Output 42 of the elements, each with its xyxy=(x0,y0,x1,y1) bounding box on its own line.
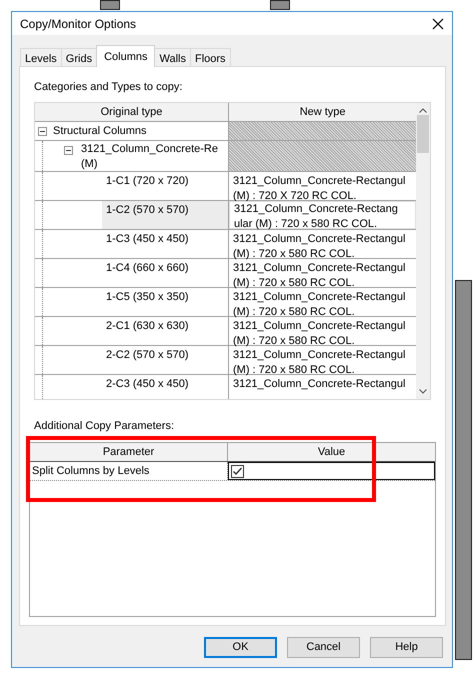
table-cell-text: 3121_Column_Concrete-Rectangul (M) : 720 x 580 RC COL. xyxy=(232,348,406,374)
close-icon[interactable] xyxy=(432,18,444,30)
table-cell-text: 3121_Column_Concrete-Rectangul (M) : 720 x 580 RC COL. xyxy=(232,260,406,286)
table-cell-text: 3121_Column_Concrete-Rectangul (M) : 720 x 580 RC COL. xyxy=(232,232,406,258)
column-drawing xyxy=(100,0,120,10)
scroll-down-icon[interactable] xyxy=(419,388,428,394)
scrollbar[interactable] xyxy=(416,102,430,398)
tree-item[interactable]: 1-C1 (720 x 720) xyxy=(102,172,228,200)
column-header: Parameter xyxy=(30,443,228,461)
tree-item[interactable]: 1-C3 (450 x 450) xyxy=(102,230,228,258)
tree-item[interactable]: 1-C4 (660 x 660) xyxy=(102,258,228,286)
collapse-icon[interactable] xyxy=(38,126,47,136)
tab[interactable]: Columns xyxy=(96,45,156,67)
section-label: Categories and Types to copy: xyxy=(34,80,184,95)
table-cell-text: 3121_Column_Concrete-Rectangul xyxy=(232,376,406,392)
section-label: Additional Copy Parameters: xyxy=(34,418,176,434)
tree-item[interactable]: 2-C1 (630 x 630) xyxy=(102,316,228,344)
checkbox[interactable] xyxy=(231,465,244,478)
dialog-button[interactable]: Cancel xyxy=(287,637,360,658)
table-cell: Split Columns by Levels xyxy=(30,462,228,480)
column-drawing xyxy=(270,0,290,10)
tree-item[interactable]: 2-C2 (570 x 570) xyxy=(102,346,228,374)
table-cell[interactable]: 3121_Column_Concrete-Rectang ular (M) : 720 x 580 RC COL. xyxy=(229,200,416,228)
column-header: Value xyxy=(316,445,346,460)
table-cell-text: 3121_Column_Concrete-Rectangul (M) : 720 X 720 RC COL. xyxy=(232,174,406,200)
tree-item[interactable]: 3121_Column_Concrete-Re (M) xyxy=(73,140,218,172)
tree-item[interactable]: Structural Columns xyxy=(47,122,147,140)
tab[interactable]: Levels xyxy=(20,48,62,67)
collapse-icon[interactable] xyxy=(64,146,73,154)
column-header: New type xyxy=(298,104,347,120)
column-header: Original type xyxy=(35,102,229,120)
tree-item[interactable]: 2-C3 (450 x 450) xyxy=(102,374,228,398)
scrollbar-thumb[interactable] xyxy=(417,114,430,152)
table-cell-text: 3121_Column_Concrete-Rectangul (M) : 720 x 580 RC COL. xyxy=(232,290,406,316)
window-title: Copy/Monitor Options xyxy=(20,16,136,32)
table-cell-text: 3121_Column_Concrete-Rectangul (M) : 720 x 580 RC COL. xyxy=(232,318,406,344)
tab[interactable]: Floors xyxy=(190,48,231,67)
dialog-button[interactable]: OK xyxy=(204,637,277,658)
tree-item[interactable]: 1-C2 (570 x 570) xyxy=(102,200,228,228)
scroll-up-icon[interactable] xyxy=(419,108,428,112)
tree-item[interactable]: 1-C5 (350 x 350) xyxy=(102,288,228,316)
dialog-button[interactable]: Help xyxy=(370,637,443,658)
